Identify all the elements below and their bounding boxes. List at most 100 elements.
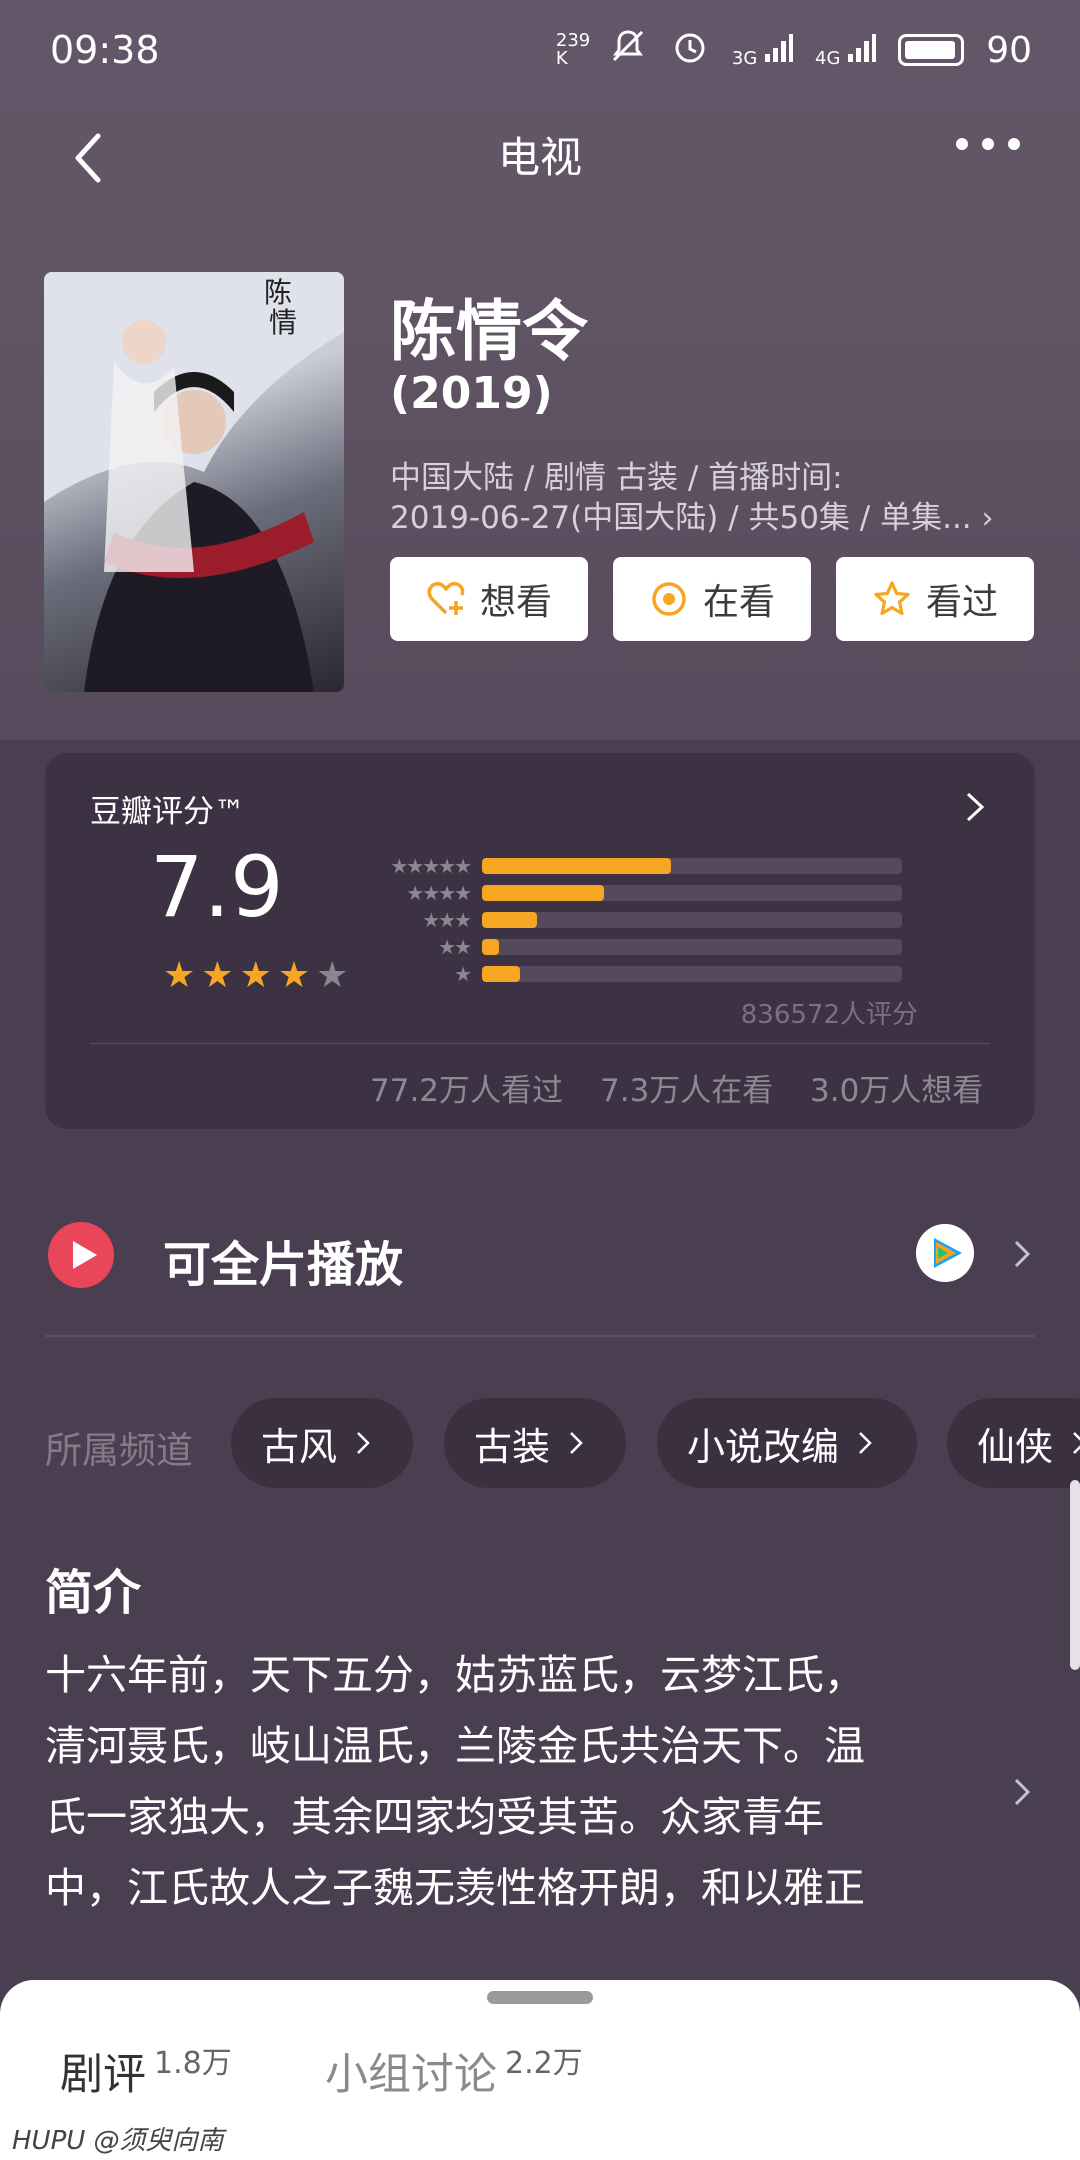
scrollbar[interactable] [1070, 1480, 1080, 1670]
page-title: 电视 [497, 133, 582, 182]
want-to-watch-button[interactable]: 想看 [390, 557, 588, 641]
tab-group-discussion[interactable]: 小组讨论 2.2万 [325, 2040, 583, 2102]
divider [90, 1043, 990, 1044]
stat-want[interactable]: 3.0万人想看 [810, 1065, 983, 1110]
rating-row-5: ★★★★★ [375, 852, 920, 879]
intro-line: 氏一家独大，其余四家均受其苦。众家青年 [45, 1793, 824, 1841]
one-star-icon: ★ [454, 961, 472, 986]
chevron-right-icon [570, 1432, 583, 1454]
heart-plus-icon [427, 581, 465, 615]
star-outline-icon [874, 581, 910, 616]
channel-label: 所属频道 [45, 1429, 193, 1472]
mute-icon [608, 26, 648, 74]
bar-fill-5 [482, 857, 671, 874]
bar-fill-2 [482, 938, 499, 955]
signal-3g: 3G [731, 32, 794, 69]
intro-line: 中，江氏故人之子魏无羡性格开朗，和以雅正 [45, 1864, 865, 1912]
signal-4g: 4G [815, 32, 877, 69]
poster-image[interactable]: 陈 情 [44, 272, 344, 692]
chevron-right-icon[interactable] [1010, 1238, 1034, 1270]
watching-label: 在看 [702, 582, 775, 623]
channel-chip[interactable]: 古风 [231, 1398, 413, 1488]
intro-line: 清河聂氏，岐山温氏，兰陵金氏共治天下。温 [45, 1722, 865, 1770]
bar-track [482, 911, 902, 928]
signal-4g-label: 4G [815, 47, 841, 69]
svg-text:情: 情 [269, 306, 297, 339]
five-star-icon: ★★★★★ [390, 853, 472, 878]
chevron-right-icon [357, 1432, 370, 1454]
bar-fill-1 [482, 965, 520, 982]
star-empty-icon: ★ [316, 955, 349, 996]
intro-line: 十六年前，天下五分，姑苏蓝氏，云梦江氏， [45, 1651, 865, 1699]
alarm-icon [670, 26, 710, 74]
tab-groups-count: 2.2万 [505, 2046, 583, 2081]
rating-row-1: ★ [375, 960, 920, 987]
tab-reviews-label: 剧评 [60, 2050, 146, 2100]
channel-chip[interactable]: 古装 [444, 1398, 626, 1488]
four-star-icon: ★★★★ [406, 880, 472, 905]
target-circle-icon [652, 582, 686, 616]
star-full-icon: ★ [239, 955, 272, 996]
drag-handle[interactable] [487, 1991, 593, 2004]
channel-chip-label: 古风 [261, 1424, 338, 1469]
svg-text:陈: 陈 [264, 276, 292, 309]
bar-track [482, 857, 902, 874]
chevron-right-icon[interactable] [962, 790, 988, 824]
watched-label: 看过 [925, 582, 998, 623]
chevron-right-icon [859, 1432, 872, 1454]
channel-chip-label: 古装 [474, 1424, 551, 1469]
signal-3g-label: 3G [731, 47, 758, 69]
star-full-icon: ★ [201, 955, 234, 996]
watched-button[interactable]: 看过 [836, 557, 1034, 641]
channel-chip-label: 仙侠 [977, 1424, 1054, 1469]
tab-groups-label: 小组讨论 [325, 2050, 497, 2100]
bar-track [482, 938, 902, 955]
movie-meta-line2[interactable]: 2019-06-27(中国大陆) / 共50集 / 单集... › [390, 492, 994, 537]
channel-chip[interactable]: 仙侠 [947, 1398, 1080, 1488]
bar-track [482, 965, 902, 982]
intro-title: 简介 [45, 1565, 142, 1621]
tencent-video-icon[interactable] [916, 1224, 974, 1282]
channel-chip[interactable]: 小说改编 [657, 1398, 917, 1488]
movie-meta-line1[interactable]: 中国大陆 / 剧情 古装 / 首播时间: [390, 452, 843, 497]
star-full-icon: ★ [163, 955, 196, 996]
bar-fill-4 [482, 884, 604, 901]
rating-row-2: ★★ [375, 933, 920, 960]
movie-meta-text: 2019-06-27(中国大陆) / 共50集 / 单集... [390, 500, 972, 536]
channel-chip-label: 小说改编 [687, 1424, 840, 1469]
intro-text[interactable]: 十六年前，天下五分，姑苏蓝氏，云梦江氏， 清河聂氏，岐山温氏，兰陵金氏共治天下。… [45, 1640, 965, 1924]
tab-reviews[interactable]: 剧评 1.8万 [60, 2040, 232, 2102]
play-label[interactable]: 可全片播放 [163, 1225, 403, 1295]
bar-track [482, 884, 902, 901]
battery-level: 90 [986, 29, 1032, 71]
status-time: 09:38 [50, 28, 160, 72]
movie-year: (2019) [390, 368, 553, 419]
bar-fill-3 [482, 911, 537, 928]
star-full-icon: ★ [277, 955, 311, 996]
tab-reviews-count: 1.8万 [154, 2046, 232, 2081]
watermark: HUPU @须臾向南 [12, 2126, 224, 2156]
want-to-watch-label: 想看 [479, 582, 552, 623]
three-star-icon: ★★★ [422, 907, 472, 932]
more-dots-icon[interactable] [956, 138, 1020, 150]
rating-distribution: ★★★★★ ★★★★ ★★★ ★★ ★ [375, 852, 920, 987]
play-icon[interactable] [48, 1222, 114, 1288]
movie-title: 陈情令 [390, 293, 588, 370]
watching-button[interactable]: 在看 [613, 557, 811, 641]
chevron-right-icon [1073, 1432, 1080, 1454]
chevron-right-icon[interactable] [1010, 1776, 1034, 1808]
battery-icon [898, 34, 965, 66]
rating-row-4: ★★★★ [375, 879, 920, 906]
rating-score: 7.9 [150, 838, 284, 936]
status-icons: 239 K 3G 4G 90 [556, 26, 1032, 74]
divider [45, 1335, 1035, 1337]
rating-stars: ★ ★ ★ ★ ★ [163, 958, 348, 994]
stat-watched[interactable]: 77.2万人看过 [370, 1065, 563, 1110]
two-star-icon: ★★ [438, 934, 472, 959]
stat-watching[interactable]: 7.3万人在看 [600, 1065, 773, 1110]
rating-count: 836572人评分 [740, 1000, 918, 1030]
rating-label: 豆瓣评分™ [90, 794, 245, 830]
chevron-right-icon: › [981, 501, 994, 536]
net-speed: 239 K [555, 30, 591, 69]
rating-row-3: ★★★ [375, 906, 920, 933]
